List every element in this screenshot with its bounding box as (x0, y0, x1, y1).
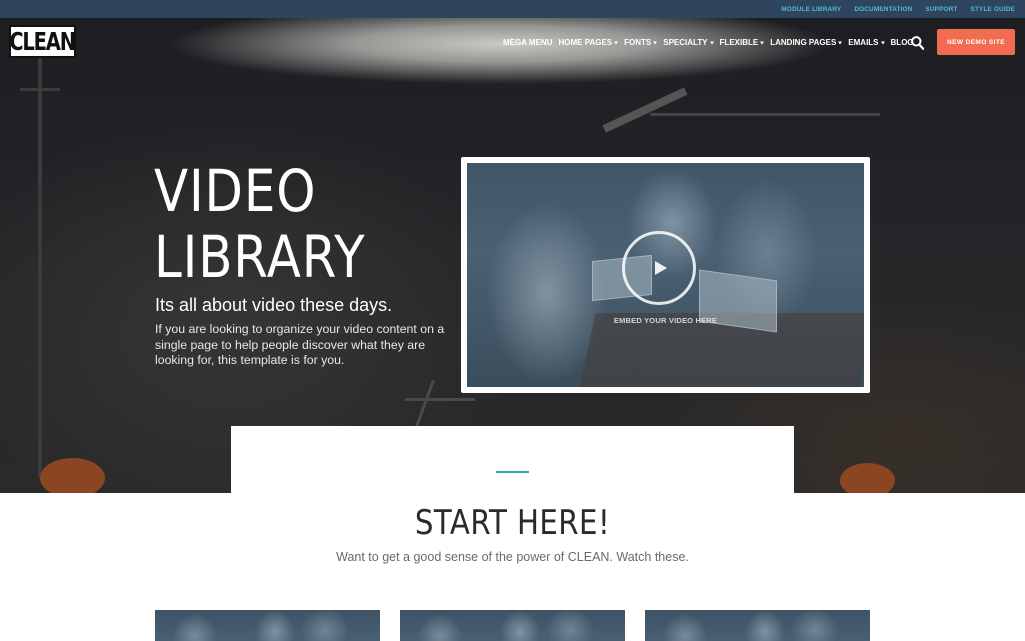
utility-bar: MODULE LIBRARY DOCUMENTATION SUPPORT STY… (0, 0, 1025, 18)
video-embed-label: EMBED YOUR VIDEO HERE (613, 316, 718, 325)
page-title: VIDEO LIBRARY (154, 158, 365, 290)
topbar-link-documentation[interactable]: DOCUMENTATION (854, 6, 912, 13)
content-card (231, 426, 794, 496)
page-title-line-1: VIDEO (154, 157, 317, 225)
nav-item-flexible[interactable]: FLEXIBLE (720, 38, 765, 47)
topbar-link-support[interactable]: SUPPORT (925, 6, 957, 13)
nav-item-emails[interactable]: EMAILS (848, 38, 885, 47)
nav-item-fonts[interactable]: FONTS (624, 38, 658, 47)
accent-divider (496, 471, 529, 473)
topbar-link-module-library[interactable]: MODULE LIBRARY (781, 6, 841, 13)
nav-item-home-pages[interactable]: HOME PAGES (558, 38, 619, 47)
new-demo-site-button[interactable]: NEW DEMO SITE (937, 29, 1015, 55)
site-logo[interactable]: CLEAN (9, 25, 76, 58)
main-nav: MEGA MENU HOME PAGES FONTS SPECIALTY FLE… (503, 38, 920, 47)
hero-subtitle: Its all about video these days. (155, 295, 393, 315)
section-title: START HERE! (414, 503, 611, 543)
light-stand-decoration (38, 58, 42, 478)
section-subtitle: Want to get a good sense of the power of… (336, 550, 689, 564)
video-thumbnail: EMBED YOUR VIDEO HERE (467, 163, 864, 387)
nav-item-landing-pages[interactable]: LANDING PAGES (770, 38, 843, 47)
microphone-decoration (602, 87, 688, 133)
play-icon[interactable] (622, 231, 696, 305)
chevron-down-icon (880, 41, 885, 45)
chevron-down-icon (838, 41, 843, 45)
hero-description: If you are looking to organize your vide… (155, 322, 445, 367)
video-thumbnail-3[interactable] (645, 610, 870, 641)
chevron-down-icon (760, 41, 765, 45)
chair-decoration (405, 398, 475, 401)
light-stand-decoration (20, 88, 60, 91)
video-thumbnail-1[interactable] (155, 610, 380, 641)
chevron-down-icon (709, 41, 714, 45)
chevron-down-icon (614, 41, 619, 45)
video-embed[interactable]: EMBED YOUR VIDEO HERE (461, 157, 870, 393)
topbar-link-style-guide[interactable]: STYLE GUIDE (971, 6, 1015, 13)
hero-section: CLEAN MEGA MENU HOME PAGES FONTS SPECIAL… (0, 18, 1025, 493)
boom-arm-decoration (650, 113, 880, 116)
nav-item-mega-menu[interactable]: MEGA MENU (503, 38, 552, 47)
chevron-down-icon (653, 41, 658, 45)
sandbag-decoration (40, 458, 105, 493)
search-icon[interactable] (911, 36, 924, 50)
sandbag-decoration (840, 463, 895, 493)
page-title-line-2: LIBRARY (154, 223, 366, 291)
video-thumbnail-2[interactable] (400, 610, 625, 641)
nav-item-specialty[interactable]: SPECIALTY (663, 38, 714, 47)
